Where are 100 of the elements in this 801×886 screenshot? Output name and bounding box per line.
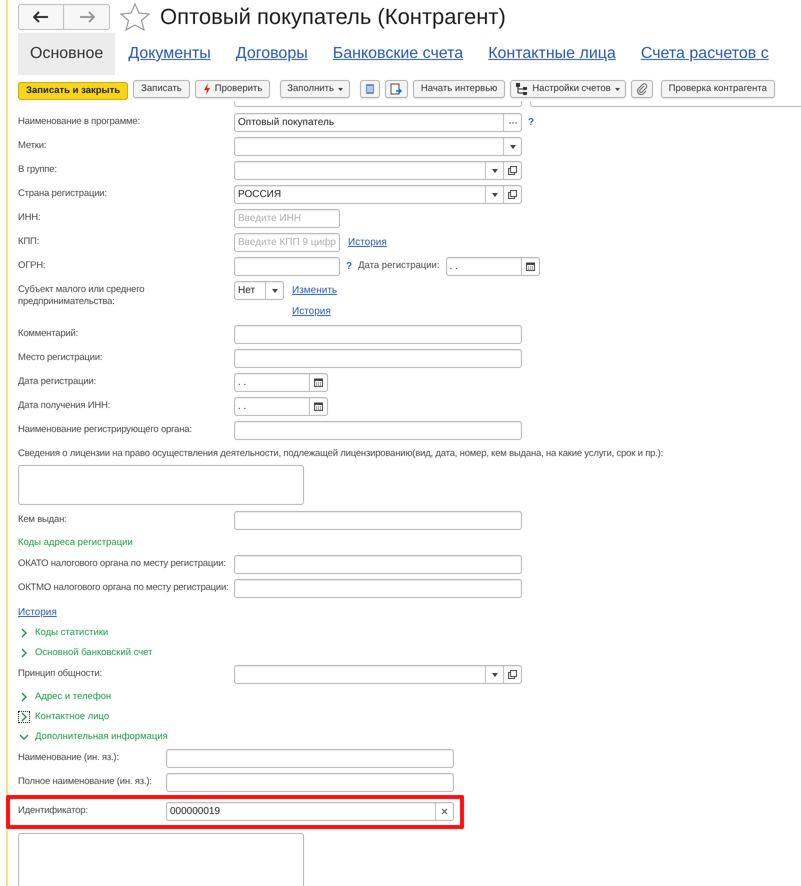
list-icon	[364, 83, 375, 95]
copy-icon	[508, 166, 517, 175]
caret-icon	[492, 672, 498, 677]
field-label: ОКТМО налогового органа по месту регистрации:	[18, 581, 230, 594]
toolbar-button[interactable]: Начать интервью	[412, 80, 506, 98]
group-title[interactable]: Контактное лицо	[35, 710, 110, 724]
field-label: Комментарий:	[18, 327, 80, 340]
icon-button[interactable]	[630, 80, 653, 98]
field-value: . .	[238, 401, 246, 412]
caret-icon	[338, 88, 343, 90]
caret-icon	[614, 88, 620, 90]
field-label: В группе:	[18, 163, 58, 176]
input-field[interactable]	[166, 749, 454, 768]
input-field[interactable]	[234, 257, 340, 276]
tab[interactable]: Основное	[18, 33, 116, 75]
input-field[interactable]	[234, 421, 522, 440]
caret-icon	[492, 192, 498, 196]
input-field[interactable]	[234, 349, 522, 368]
arrow-right-icon	[78, 10, 94, 22]
field-placeholder: Введите ИНН	[238, 213, 302, 224]
field-label: Дата регистрации:	[18, 375, 97, 388]
input-field[interactable]: 000000019	[166, 802, 454, 822]
field-value: Нет	[238, 285, 256, 296]
field-label: Принцип общности:	[18, 667, 103, 680]
field-label: Субъект малого или среднего предпринимательства:	[18, 283, 146, 308]
group-title[interactable]: Коды статистики	[35, 626, 108, 640]
copy-icon	[508, 670, 517, 680]
section-heading: Коды адреса регистрации	[18, 536, 133, 550]
hierarchy-icon	[516, 83, 528, 95]
history-link[interactable]: История	[18, 604, 57, 620]
action-link[interactable]: История	[292, 304, 338, 319]
back-button[interactable]	[18, 4, 64, 30]
group-title[interactable]: Дополнительная информация	[35, 730, 168, 744]
menu-button[interactable]: Заполнить	[280, 80, 350, 98]
help-link[interactable]: ?	[528, 115, 534, 130]
group-title[interactable]: Адрес и телефон	[35, 690, 112, 704]
arrow-left-icon	[33, 10, 49, 22]
field-value: РОССИЯ	[238, 189, 282, 200]
input-field[interactable]	[166, 773, 454, 792]
field-label: Страна регистрации:	[18, 187, 108, 200]
field-label: Наименование регистрирующего органа:	[18, 423, 193, 436]
lightning-icon	[202, 83, 211, 95]
field-value: 000000019	[170, 806, 220, 818]
close-icon	[441, 808, 448, 816]
field-label: ОКАТО налогового органа по месту регистрации:	[18, 557, 227, 570]
document-arrow-icon	[390, 82, 403, 96]
field-value: . .	[238, 377, 246, 388]
input-field[interactable]	[234, 101, 522, 107]
field-label: Метки:	[18, 139, 48, 152]
input-field[interactable]: Нет	[234, 281, 284, 300]
tab[interactable]: Контактные лица	[488, 33, 616, 75]
field-label: ОГРН:	[18, 259, 46, 272]
input-field[interactable]: . .	[234, 373, 328, 392]
icon-button[interactable]	[360, 80, 380, 98]
field-label: Дата регистрации:	[358, 259, 440, 274]
text-area[interactable]	[18, 465, 304, 506]
field-label: Место регистрации:	[18, 351, 104, 364]
field-label: Сведения о лицензии на право осуществления деятельности, подлежащей лицензированию(вид, дата, номер, кем выдана, на какие услуги, срок и пр.):	[18, 447, 664, 461]
input-field[interactable]	[234, 137, 522, 156]
field-label: КПП:	[18, 235, 40, 248]
save-close-button[interactable]: Записать и закрыть	[18, 82, 128, 100]
input-field[interactable]	[234, 665, 522, 684]
input-field[interactable]	[234, 161, 522, 180]
input-field[interactable]	[234, 555, 522, 574]
icon-button[interactable]	[384, 80, 408, 98]
field-placeholder: Введите КПП 9 цифр	[238, 237, 336, 248]
action-link[interactable]: Изменить	[292, 283, 338, 298]
tab[interactable]: Документы	[128, 33, 211, 75]
window-title: Оптовый покупатель (Контрагент)	[160, 3, 506, 31]
input-field[interactable]: . .	[234, 397, 328, 416]
input-field[interactable]	[530, 101, 801, 107]
tab[interactable]: Счета расчетов с	[640, 33, 769, 75]
input-field[interactable]: Оптовый покупатель	[234, 113, 522, 132]
input-field[interactable]	[234, 325, 522, 344]
tab[interactable]: Банковские счета	[332, 33, 464, 75]
input-field[interactable]	[234, 579, 522, 598]
field-value: Оптовый покупатель	[238, 117, 334, 128]
calendar-icon	[314, 402, 323, 411]
field-label: Идентификатор:	[18, 804, 89, 818]
expander-icon[interactable]	[18, 711, 30, 724]
paperclip-icon	[636, 83, 648, 95]
check-button[interactable]: Проверить	[194, 80, 270, 98]
group-title[interactable]: Основной банковский счет	[35, 646, 153, 660]
menu-button[interactable]: Настройки счетов	[510, 80, 626, 98]
history-link[interactable]: История	[348, 235, 387, 250]
tab[interactable]: Договоры	[236, 33, 308, 75]
input-field[interactable]: РОССИЯ	[234, 185, 522, 204]
field-label: Дата получения ИНН:	[18, 399, 112, 412]
star-icon[interactable]	[120, 2, 150, 30]
caret-icon	[510, 144, 516, 148]
field-value: . .	[450, 261, 458, 272]
field-label: Наименование (ин. яз.):	[18, 751, 120, 764]
help-link[interactable]: ?	[346, 259, 352, 274]
toolbar-button[interactable]: Проверка контрагента	[660, 80, 775, 98]
toolbar-button[interactable]: Записать	[133, 80, 190, 98]
input-field[interactable]: . .	[446, 257, 540, 276]
field-label: Кем выдан:	[18, 513, 68, 526]
text-area[interactable]	[18, 833, 304, 886]
field-label: Полное наименование (ин. яз.):	[18, 775, 153, 788]
input-field[interactable]	[234, 511, 522, 530]
